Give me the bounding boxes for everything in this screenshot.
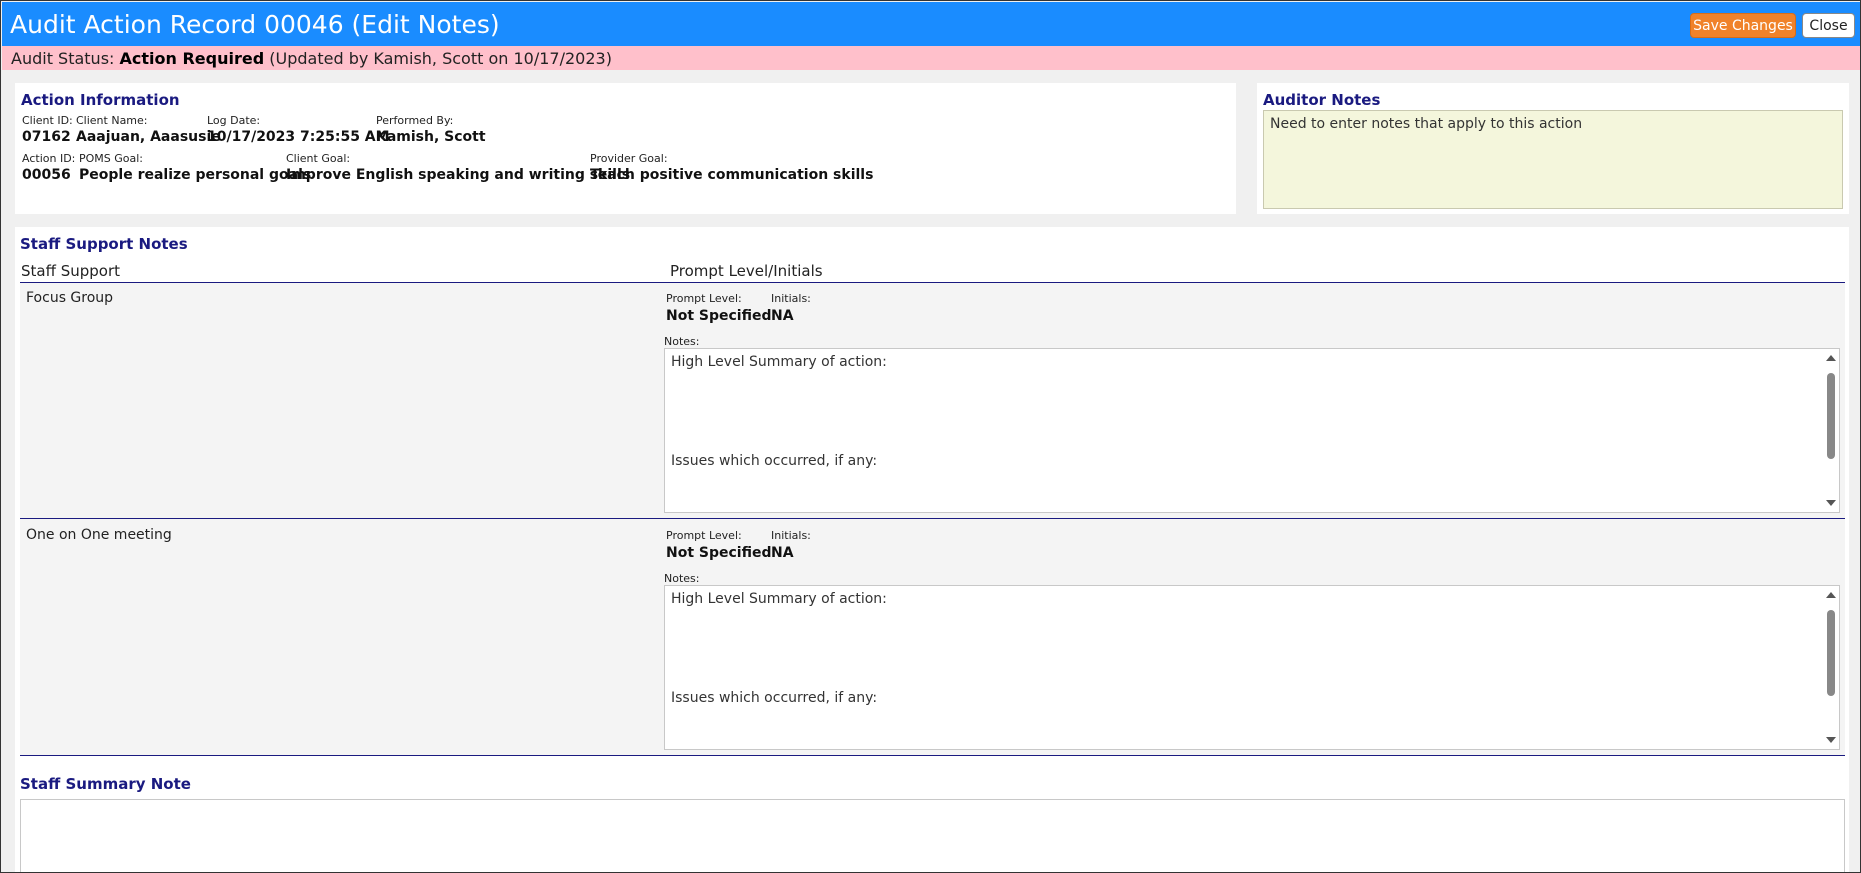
prompt-level-label: Prompt Level: bbox=[666, 529, 742, 542]
prompt-level-label: Prompt Level: bbox=[666, 292, 742, 305]
poms-goal-label: POMS Goal: bbox=[79, 152, 144, 165]
scroll-up-icon[interactable] bbox=[1826, 355, 1836, 361]
poms-goal-value: People realize personal goals bbox=[79, 167, 312, 183]
provider-goal-value: Teach positive communication skills bbox=[590, 167, 874, 183]
scroll-down-icon[interactable] bbox=[1826, 500, 1836, 506]
client-name-value: Aaajuan, Aaasusie bbox=[76, 129, 221, 145]
page-title: Audit Action Record 00046 (Edit Notes) bbox=[10, 10, 500, 39]
staff-summary-textarea[interactable] bbox=[20, 799, 1845, 872]
scroll-thumb[interactable] bbox=[1827, 373, 1835, 459]
staff-support-name: Focus Group bbox=[26, 290, 114, 306]
provider-goal-label: Provider Goal: bbox=[590, 152, 668, 165]
scroll-up-icon[interactable] bbox=[1826, 592, 1836, 598]
scroll-thumb[interactable] bbox=[1827, 610, 1835, 696]
notes-line-issues: Issues which occurred, if any: bbox=[671, 690, 878, 706]
client-goal-value: Improve English speaking and writing ski… bbox=[286, 167, 631, 183]
action-information-panel: Action Information Client ID: 07162 Clie… bbox=[15, 83, 1236, 214]
action-information-title: Action Information bbox=[21, 91, 180, 109]
close-button[interactable]: Close bbox=[1802, 13, 1855, 38]
initials-label: Initials: bbox=[771, 529, 811, 542]
client-id-label: Client ID: bbox=[22, 114, 73, 127]
status-prefix: Audit Status: bbox=[11, 49, 115, 68]
audit-window: Audit Action Record 00046 (Edit Notes) S… bbox=[0, 0, 1861, 873]
auditor-notes-title: Auditor Notes bbox=[1263, 91, 1381, 109]
initials-value: NA bbox=[771, 308, 794, 324]
status-value: Action Required bbox=[119, 49, 265, 68]
action-id-value: 00056 bbox=[22, 167, 71, 183]
staff-support-name: One on One meeting bbox=[26, 527, 172, 543]
notes-line-issues: Issues which occurred, if any: bbox=[671, 453, 878, 469]
log-date-value: 10/17/2023 7:25:55 AM bbox=[207, 129, 390, 145]
performed-by-label: Performed By: bbox=[376, 114, 454, 127]
staff-support-title: Staff Support Notes bbox=[20, 235, 188, 253]
notes-line-summary: High Level Summary of action: bbox=[671, 591, 887, 607]
notes-label: Notes: bbox=[664, 335, 700, 348]
initials-value: NA bbox=[771, 545, 794, 561]
scroll-down-icon[interactable] bbox=[1826, 737, 1836, 743]
prompt-level-value: Not Specified bbox=[666, 308, 772, 324]
auditor-notes-textarea[interactable]: Need to enter notes that apply to this a… bbox=[1263, 110, 1843, 209]
performed-by-value: Kamish, Scott bbox=[376, 129, 486, 145]
prompt-level-value: Not Specified bbox=[666, 545, 772, 561]
log-date-label: Log Date: bbox=[207, 114, 261, 127]
client-name-label: Client Name: bbox=[76, 114, 148, 127]
status-updated: (Updated by Kamish, Scott on 10/17/2023) bbox=[269, 49, 612, 68]
notes-label: Notes: bbox=[664, 572, 700, 585]
audit-status-bar: Audit Status: Action Required (Updated b… bbox=[2, 46, 1860, 70]
notes-textarea[interactable]: High Level Summary of action: Issues whi… bbox=[664, 585, 1840, 750]
col-header-prompt-level: Prompt Level/Initials bbox=[670, 262, 823, 280]
staff-summary-title: Staff Summary Note bbox=[20, 775, 191, 793]
title-bar: Audit Action Record 00046 (Edit Notes) S… bbox=[2, 2, 1860, 46]
row-divider bbox=[20, 755, 1845, 756]
initials-label: Initials: bbox=[771, 292, 811, 305]
action-id-label: Action ID: bbox=[22, 152, 76, 165]
notes-scrollbar[interactable] bbox=[1825, 351, 1837, 510]
notes-line-summary: High Level Summary of action: bbox=[671, 354, 887, 370]
col-header-staff-support: Staff Support bbox=[21, 262, 120, 280]
client-goal-label: Client Goal: bbox=[286, 152, 351, 165]
save-changes-button[interactable]: Save Changes bbox=[1690, 13, 1796, 38]
client-id-value: 07162 bbox=[22, 129, 71, 145]
notes-textarea[interactable]: High Level Summary of action: Issues whi… bbox=[664, 348, 1840, 513]
notes-scrollbar[interactable] bbox=[1825, 588, 1837, 747]
